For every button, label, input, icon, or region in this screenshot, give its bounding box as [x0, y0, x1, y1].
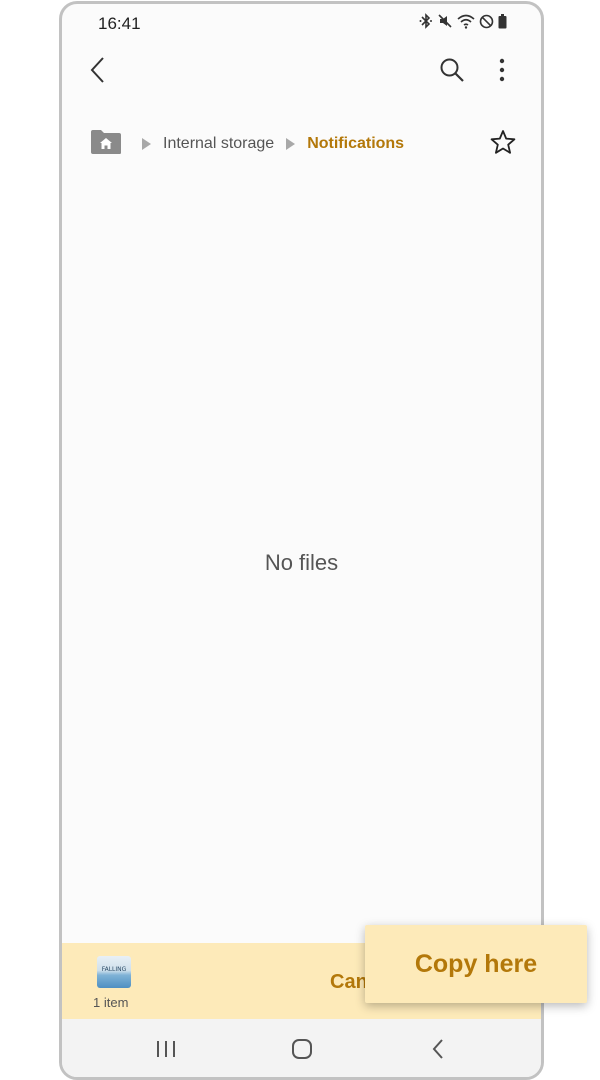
top-app-bar	[62, 52, 541, 96]
status-icons	[419, 13, 507, 29]
breadcrumb-separator-icon	[142, 138, 151, 150]
favorite-button[interactable]	[483, 124, 523, 164]
more-options-button[interactable]	[482, 52, 522, 92]
mute-icon	[437, 13, 453, 29]
back-icon	[90, 56, 106, 89]
bluetooth-icon	[419, 13, 433, 29]
do-not-disturb-icon	[479, 14, 494, 29]
breadcrumb: Internal storage Notifications	[90, 126, 416, 162]
selected-item-thumbnail: FALLING	[97, 956, 131, 988]
search-button[interactable]	[432, 52, 472, 92]
home-button[interactable]	[282, 1031, 322, 1071]
search-icon	[439, 57, 465, 88]
home-folder-icon	[90, 129, 122, 160]
navigation-bar	[62, 1019, 541, 1077]
item-count: 1 item	[93, 995, 129, 1010]
breadcrumb-internal-storage[interactable]: Internal storage	[163, 135, 274, 153]
breadcrumb-separator-icon	[286, 138, 296, 150]
recent-apps-button[interactable]	[146, 1031, 186, 1071]
more-icon	[499, 58, 505, 87]
home-folder-button[interactable]	[90, 129, 122, 160]
breadcrumb-notifications[interactable]: Notifications	[307, 135, 404, 153]
status-bar: 16:41	[62, 4, 541, 44]
battery-icon	[498, 13, 507, 29]
home-icon	[291, 1038, 313, 1065]
phone-frame: 16:41 Internal storage Notifications No …	[59, 1, 544, 1080]
star-icon	[490, 129, 516, 160]
back-button[interactable]	[78, 52, 118, 92]
status-time: 16:41	[98, 14, 141, 33]
wifi-icon	[457, 13, 475, 29]
thumbnail-text: FALLING	[101, 966, 127, 973]
empty-state-message: No files	[264, 550, 339, 575]
recent-apps-icon	[155, 1039, 177, 1064]
cancel-button[interactable]: Can	[330, 971, 368, 994]
nav-back-icon	[431, 1038, 445, 1065]
nav-back-button[interactable]	[418, 1031, 458, 1071]
copy-here-button[interactable]: Copy here	[365, 925, 587, 1003]
